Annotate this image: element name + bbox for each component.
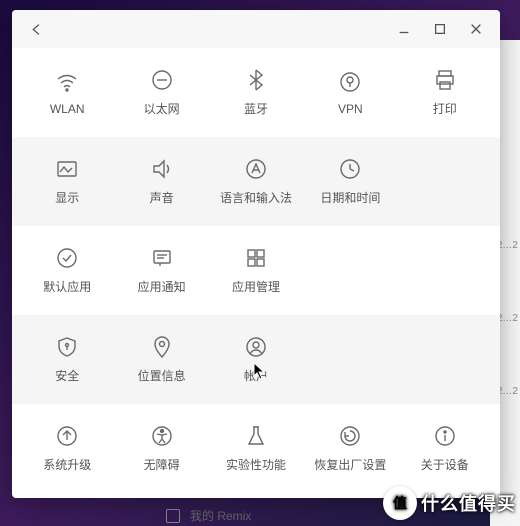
tile-bluetooth[interactable]: 蓝牙	[209, 62, 303, 123]
tile-label: 无障碍	[144, 456, 180, 473]
tile-sound[interactable]: 声音	[114, 151, 208, 212]
tile-ethernet[interactable]: 以太网	[114, 62, 208, 123]
close-button[interactable]	[462, 15, 490, 43]
tile-label: 默认应用	[43, 278, 91, 295]
tile-default-apps[interactable]: 默认应用	[20, 240, 114, 301]
tile-label: 声音	[150, 189, 174, 206]
watermark: 值 什么值得买	[383, 486, 516, 520]
bottom-peek-label: 我的 Remix	[190, 507, 251, 524]
tile-app-notifications[interactable]: 应用通知	[114, 240, 208, 301]
minimize-button[interactable]	[390, 15, 418, 43]
tile-factory-reset[interactable]: 恢复出厂设置	[303, 418, 397, 479]
clock-icon	[338, 157, 362, 181]
tile-about[interactable]: 关于设备	[398, 418, 492, 479]
tile-label: 应用通知	[138, 278, 186, 295]
bluetooth-icon	[244, 68, 268, 92]
tile-location[interactable]: 位置信息	[114, 329, 208, 390]
back-button[interactable]	[22, 15, 50, 43]
accessibility-icon	[150, 424, 174, 448]
tile-system-upgrade[interactable]: 系统升级	[20, 418, 114, 479]
maximize-button[interactable]	[426, 15, 454, 43]
sound-icon	[150, 157, 174, 181]
ethernet-icon	[150, 68, 174, 92]
tile-label: 应用管理	[232, 278, 280, 295]
about-icon	[433, 424, 457, 448]
apps-grid-icon	[244, 246, 268, 270]
language-input-icon	[244, 157, 268, 181]
tile-display[interactable]: 显示	[20, 151, 114, 212]
tile-label: 帐户	[244, 367, 268, 384]
titlebar	[12, 10, 500, 48]
watermark-text: 什么值得买	[421, 490, 516, 516]
check-circle-icon	[55, 246, 79, 270]
tile-security[interactable]: 安全	[20, 329, 114, 390]
tile-wlan[interactable]: WLAN	[20, 62, 114, 123]
upgrade-icon	[55, 424, 79, 448]
tile-label: 打印	[433, 100, 457, 117]
print-icon	[433, 68, 457, 92]
tile-label: 系统升级	[43, 456, 91, 473]
tile-accessibility[interactable]: 无障碍	[114, 418, 208, 479]
vpn-icon	[338, 70, 362, 94]
tile-label: 以太网	[144, 100, 180, 117]
tile-label: VPN	[338, 102, 363, 116]
bottom-peek: 我的 Remix	[166, 507, 251, 524]
tile-label: 安全	[55, 367, 79, 384]
checkbox-icon[interactable]	[166, 509, 180, 523]
tile-app-management[interactable]: 应用管理	[209, 240, 303, 301]
wifi-icon	[55, 70, 79, 94]
tile-experimental[interactable]: 实验性功能	[209, 418, 303, 479]
account-icon	[244, 335, 268, 359]
tile-print[interactable]: 打印	[398, 62, 492, 123]
watermark-badge: 值	[383, 486, 417, 520]
section-display: 显示 声音 语言和输入法 日期和时间	[12, 137, 500, 226]
section-apps: 默认应用 应用通知 应用管理	[12, 226, 500, 315]
section-security: 安全 位置信息 帐户	[12, 315, 500, 404]
factory-reset-icon	[338, 424, 362, 448]
tile-label: 实验性功能	[226, 456, 286, 473]
settings-window: WLAN 以太网 蓝牙 VPN 打印 显示	[12, 10, 500, 498]
bg-item: 2…2	[497, 386, 518, 397]
display-icon	[55, 157, 79, 181]
tile-label: 显示	[55, 189, 79, 206]
tile-date-time[interactable]: 日期和时间	[303, 151, 397, 212]
shield-icon	[55, 335, 79, 359]
bg-item: 2…2	[497, 313, 518, 324]
flask-icon	[244, 424, 268, 448]
tile-language-input[interactable]: 语言和输入法	[209, 151, 303, 212]
tile-label: 关于设备	[421, 456, 469, 473]
bg-item: 2…2	[497, 240, 518, 251]
tile-label: 日期和时间	[320, 189, 380, 206]
section-system: 系统升级 无障碍 实验性功能 恢复出厂设置 关于设备	[12, 404, 500, 493]
tile-label: 蓝牙	[244, 100, 268, 117]
tile-label: 语言和输入法	[220, 189, 292, 206]
location-icon	[150, 335, 174, 359]
tile-label: WLAN	[50, 102, 85, 116]
tile-label: 恢复出厂设置	[314, 456, 386, 473]
section-network: WLAN 以太网 蓝牙 VPN 打印	[12, 48, 500, 137]
settings-grid: WLAN 以太网 蓝牙 VPN 打印 显示	[12, 48, 500, 498]
tile-label: 位置信息	[138, 367, 186, 384]
tile-vpn[interactable]: VPN	[303, 62, 397, 123]
notification-icon	[150, 246, 174, 270]
tile-account[interactable]: 帐户	[209, 329, 303, 390]
